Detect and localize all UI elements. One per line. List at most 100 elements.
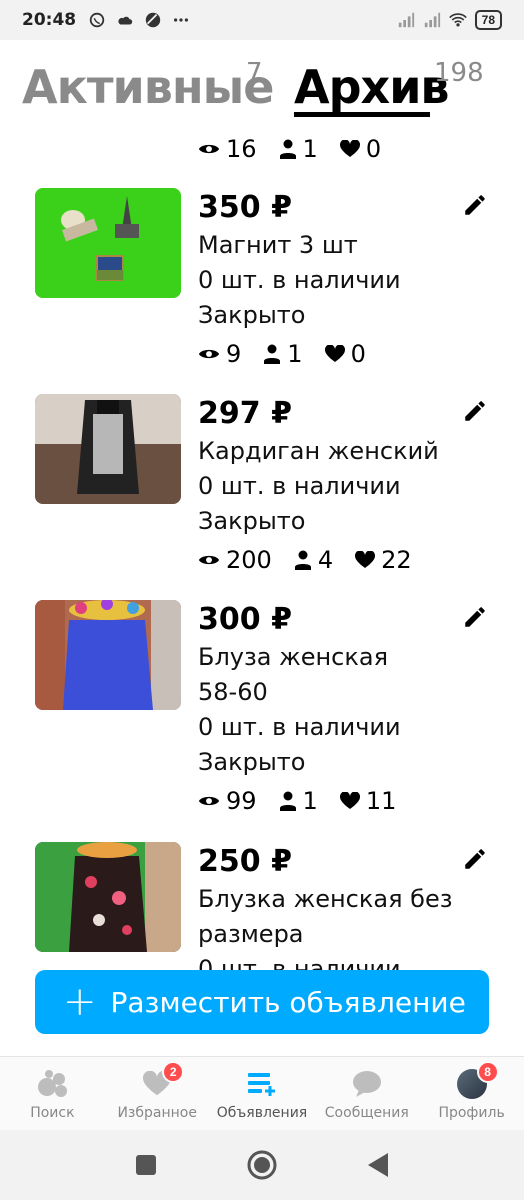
listing-price: 297 ₽ (198, 396, 292, 431)
message-icon (350, 1069, 384, 1099)
listing-title-line-2: 58-60 (198, 678, 268, 706)
battery-icon: 78 (474, 10, 502, 30)
tab-archive[interactable]: Архив (294, 60, 450, 114)
listing-info: 250 ₽ Блузка женская без размера 0 шт. в… (198, 842, 464, 972)
status-icons-left (88, 11, 190, 29)
listing-stock: 0 шт. в наличии (198, 266, 401, 294)
contacts-stat: 1 (279, 787, 318, 815)
nav-label: Объявления (216, 1105, 308, 1121)
listing-price: 300 ₽ (198, 602, 292, 637)
listing-thumbnail[interactable] (35, 842, 181, 952)
listing-title: Блузка женская без (198, 885, 453, 913)
favorites-stat: 22 (355, 546, 412, 574)
listing-info: 350 ₽ Магнит 3 шт 0 шт. в наличии Закрыт… (198, 188, 464, 371)
nav-label: Сообщения (324, 1105, 409, 1121)
listing-item[interactable]: 350 ₽ Магнит 3 шт 0 шт. в наличии Закрыт… (0, 188, 524, 388)
listing-stats: 200 4 22 (198, 543, 464, 577)
home-icon[interactable] (246, 1149, 278, 1181)
heart-icon (339, 792, 360, 809)
back-icon[interactable] (366, 1152, 390, 1178)
heart-icon (355, 551, 376, 568)
status-time: 20:48 (22, 10, 77, 30)
contacts-count: 4 (317, 546, 334, 574)
views-stat: 99 (198, 787, 257, 815)
edit-icon[interactable] (462, 846, 488, 872)
nav-label: Поиск (30, 1105, 75, 1121)
bottom-nav: Поиск 2 Избранное Объявления Сообщения 8… (0, 1056, 524, 1130)
person-icon (264, 344, 281, 364)
contacts-count: 1 (302, 135, 318, 163)
views-stat: 16 (198, 135, 257, 163)
listing-status: Закрыто (198, 301, 306, 329)
nav-item-profile[interactable]: 8 Профиль (419, 1057, 524, 1130)
contacts-stat: 1 (263, 340, 303, 368)
listing-info: 297 ₽ Кардиган женский 0 шт. в наличии З… (198, 394, 464, 577)
edit-icon[interactable] (462, 192, 488, 218)
more-icon (174, 18, 189, 22)
tab-underline (294, 112, 430, 117)
listing-status: Закрыто (198, 748, 306, 776)
listing-stats: 9 1 0 (198, 337, 464, 371)
viber-icon (89, 12, 105, 28)
tab-active[interactable]: Активные (22, 60, 274, 114)
post-listing-button[interactable]: + Разместить объявление (35, 970, 489, 1034)
nav-item-listings[interactable]: Объявления (210, 1057, 315, 1130)
listing-title: Блуза женская (198, 643, 389, 671)
listing-list[interactable]: 16 1 0 350 ₽ Магнит 3 шт 0 шт. в наличии… (0, 124, 524, 972)
status-bar: 20:48 78 (0, 0, 524, 40)
avatar-icon: 8 (455, 1061, 499, 1099)
views-count: 200 (226, 546, 272, 574)
listing-thumbnail[interactable] (35, 188, 181, 298)
eye-icon (198, 796, 220, 806)
listing-stock: 0 шт. в наличии (198, 713, 401, 741)
nav-label: Избранное (117, 1105, 197, 1121)
views-stat: 9 (198, 340, 241, 368)
favorites-stat: 11 (339, 787, 396, 815)
edit-icon[interactable] (462, 604, 488, 630)
person-icon (279, 139, 296, 159)
system-nav-bar (0, 1130, 524, 1200)
nav-item-favorites[interactable]: 2 Избранное (105, 1057, 210, 1130)
cloud-icon (118, 16, 133, 25)
contacts-stat: 4 (294, 546, 333, 574)
profile-badge: 8 (476, 1061, 499, 1083)
listing-title-line-2: размера (198, 920, 304, 948)
listing-thumbnail[interactable] (35, 600, 181, 710)
views-count: 9 (226, 340, 242, 368)
favorites-stat: 0 (339, 135, 382, 163)
eye-icon (198, 144, 220, 154)
edit-icon[interactable] (462, 398, 488, 424)
listing-item[interactable]: 300 ₽ Блуза женская 58-60 0 шт. в наличи… (0, 600, 524, 830)
listing-item[interactable]: 250 ₽ Блузка женская без размера 0 шт. в… (0, 842, 524, 972)
nav-item-messages[interactable]: Сообщения (314, 1057, 419, 1130)
nav-label: Профиль (438, 1105, 505, 1121)
cardigan-image (35, 394, 181, 504)
eye-icon (198, 555, 220, 565)
magnets-image (35, 188, 181, 298)
listing-stats: 99 1 11 (198, 784, 464, 818)
views-count: 99 (226, 787, 257, 815)
post-listing-label: Разместить объявление (110, 985, 466, 1019)
recents-icon[interactable] (134, 1153, 158, 1177)
listing-stock: 0 шт. в наличии (198, 955, 401, 972)
person-icon (279, 791, 296, 811)
listings-icon (245, 1069, 279, 1099)
heart-icon: 2 (140, 1061, 185, 1099)
blouse-image (35, 600, 181, 710)
favorites-count: 0 (350, 340, 366, 368)
favorites-count: 22 (381, 546, 412, 574)
nav-item-search[interactable]: Поиск (0, 1057, 105, 1130)
signal-icon (398, 12, 414, 28)
heart-icon (324, 345, 345, 362)
favorites-badge: 2 (162, 1061, 185, 1083)
views-count: 16 (226, 135, 257, 163)
contacts-count: 1 (287, 340, 303, 368)
status-icons-right: 78 (397, 10, 502, 30)
search-bubbles-icon (35, 1069, 69, 1099)
plus-icon: + (63, 979, 97, 1025)
person-icon (294, 550, 311, 570)
listing-thumbnail[interactable] (35, 394, 181, 504)
listing-title: Кардиган женский (198, 437, 439, 465)
favorites-count: 0 (365, 135, 382, 163)
listing-item[interactable]: 297 ₽ Кардиган женский 0 шт. в наличии З… (0, 394, 524, 594)
